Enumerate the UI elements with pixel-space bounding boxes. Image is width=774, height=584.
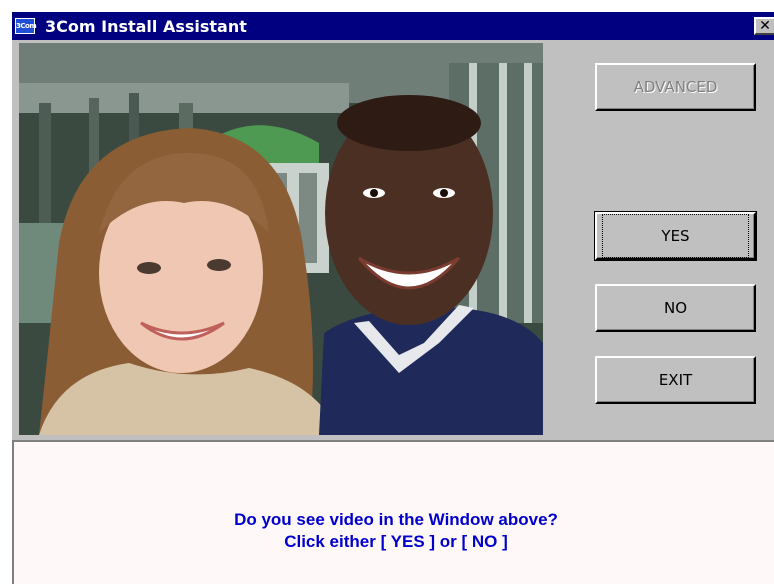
- video-preview: [19, 43, 543, 435]
- close-icon: ✕: [759, 18, 771, 34]
- advanced-button[interactable]: ADVANCED: [595, 63, 756, 111]
- window-title: 3Com Install Assistant: [45, 16, 247, 36]
- 3com-app-icon: 3Com: [15, 18, 37, 34]
- yes-button[interactable]: YES: [594, 211, 757, 261]
- install-assistant-window: 3Com 3Com Install Assistant ✕ ADVANCED Y…: [10, 10, 774, 584]
- video-frame-image: [19, 43, 543, 435]
- no-button[interactable]: NO: [595, 284, 756, 332]
- title-bar[interactable]: 3Com 3Com Install Assistant ✕: [12, 12, 774, 40]
- message-panel: Do you see video in the Window above? Cl…: [12, 440, 774, 584]
- close-button[interactable]: ✕: [754, 17, 774, 35]
- yes-button-label: YES: [602, 214, 749, 258]
- exit-button[interactable]: EXIT: [595, 356, 756, 404]
- instruction-text: Click either [ YES ] or [ NO ]: [284, 532, 508, 551]
- video-question-text: Do you see video in the Window above?: [234, 510, 558, 529]
